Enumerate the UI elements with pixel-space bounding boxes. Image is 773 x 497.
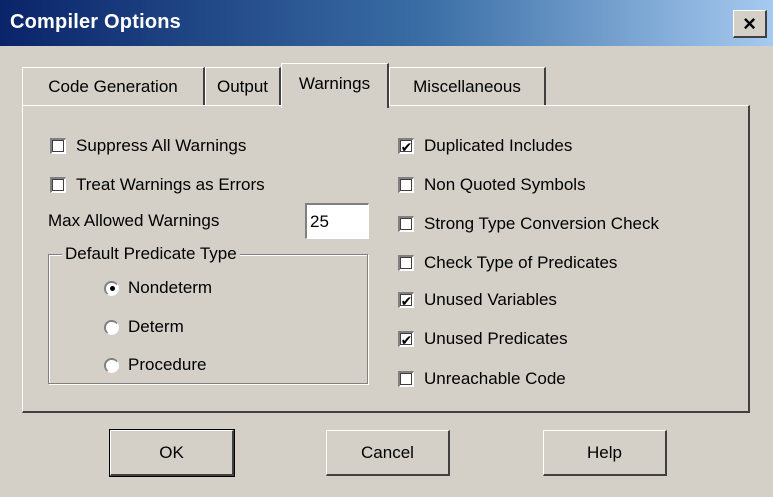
checkbox-label: Check Type of Predicates xyxy=(424,253,618,272)
button-label: OK xyxy=(159,442,184,462)
tab-label: Miscellaneous xyxy=(413,76,521,96)
ok-button[interactable]: OK xyxy=(109,429,235,477)
suppress-all-warnings-checkbox[interactable]: Suppress All Warnings xyxy=(50,133,246,159)
compiler-options-dialog: Compiler Options × Code Generation Outpu… xyxy=(0,0,773,497)
radio-determ[interactable]: Determ xyxy=(104,315,184,339)
checkbox-box: ✔ xyxy=(398,331,414,347)
tab-code-generation[interactable]: Code Generation xyxy=(22,67,205,105)
checkbox-label: Unreachable Code xyxy=(424,369,566,388)
unreachable-code-checkbox[interactable]: Unreachable Code xyxy=(398,366,566,392)
checkbox-box xyxy=(398,371,414,387)
max-allowed-warnings-input[interactable] xyxy=(305,203,369,239)
window-title: Compiler Options xyxy=(10,11,181,33)
group-label: Default Predicate Type xyxy=(62,244,240,264)
radio-circle xyxy=(104,357,119,373)
checkbox-label: Duplicated Includes xyxy=(424,136,573,155)
max-allowed-warnings-label: Max Allowed Warnings xyxy=(48,211,220,230)
tab-label: Code Generation xyxy=(48,76,178,96)
checkbox-box xyxy=(50,138,66,154)
radio-circle xyxy=(104,319,119,335)
checkbox-box xyxy=(398,177,414,193)
unused-predicates-checkbox[interactable]: ✔ Unused Predicates xyxy=(398,326,568,352)
default-predicate-type-group xyxy=(48,254,368,384)
radio-label: Procedure xyxy=(128,355,207,374)
tab-output[interactable]: Output xyxy=(205,67,281,105)
help-button[interactable]: Help xyxy=(543,430,667,476)
checkbox-box xyxy=(50,177,66,193)
check-type-of-predicates-checkbox[interactable]: Check Type of Predicates xyxy=(398,250,617,276)
non-quoted-symbols-checkbox[interactable]: Non Quoted Symbols xyxy=(398,172,586,198)
radio-nondeterm[interactable]: Nondeterm xyxy=(104,276,212,300)
button-label: Help xyxy=(587,442,622,462)
tab-label: Warnings xyxy=(298,74,371,93)
checkbox-label: Treat Warnings as Errors xyxy=(76,175,265,194)
checkbox-label: Suppress All Warnings xyxy=(76,136,247,155)
checkbox-box xyxy=(398,216,414,232)
checkbox-box: ✔ xyxy=(398,138,414,154)
title-bar[interactable]: Compiler Options × xyxy=(0,0,773,46)
treat-warnings-as-errors-checkbox[interactable]: Treat Warnings as Errors xyxy=(50,172,265,198)
close-icon: × xyxy=(743,10,756,36)
checkbox-box: ✔ xyxy=(398,292,414,308)
strong-type-conversion-check-checkbox[interactable]: Strong Type Conversion Check xyxy=(398,211,659,237)
close-button[interactable]: × xyxy=(733,10,767,38)
duplicated-includes-checkbox[interactable]: ✔ Duplicated Includes xyxy=(398,133,572,159)
checkbox-box xyxy=(398,255,414,271)
cancel-button[interactable]: Cancel xyxy=(326,430,450,476)
checkbox-label: Unused Predicates xyxy=(424,329,568,348)
checkbox-label: Non Quoted Symbols xyxy=(424,175,586,194)
checkbox-label: Unused Variables xyxy=(424,290,557,309)
radio-procedure[interactable]: Procedure xyxy=(104,353,206,377)
radio-label: Nondeterm xyxy=(128,278,213,297)
radio-label: Determ xyxy=(128,317,184,336)
button-label: Cancel xyxy=(361,442,414,462)
checkbox-label: Strong Type Conversion Check xyxy=(424,214,659,233)
unused-variables-checkbox[interactable]: ✔ Unused Variables xyxy=(398,287,557,313)
radio-circle xyxy=(104,280,119,296)
tab-miscellaneous[interactable]: Miscellaneous xyxy=(389,67,546,105)
tab-warnings[interactable]: Warnings xyxy=(281,63,389,108)
tab-label: Output xyxy=(216,76,269,96)
radio-dot xyxy=(109,286,115,291)
